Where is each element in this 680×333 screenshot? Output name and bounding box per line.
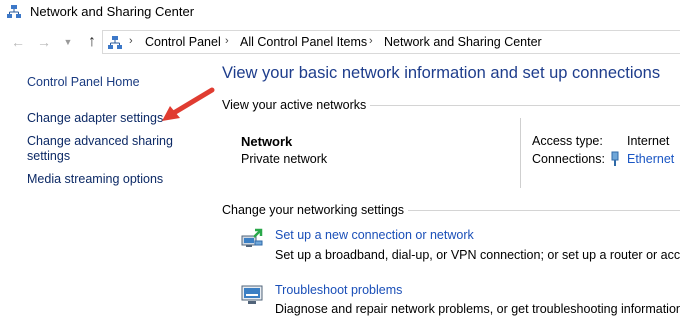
breadcrumb-all-items[interactable]: All Control Panel Items	[240, 35, 367, 49]
sharing-link-line1: Change advanced sharing	[27, 134, 173, 148]
change-advanced-sharing-link[interactable]: Change advanced sharing settings	[27, 134, 173, 164]
divider	[400, 210, 680, 211]
network-icon	[7, 5, 21, 18]
divider	[361, 105, 680, 106]
network-icon	[108, 36, 122, 49]
page-title: View your basic network information and …	[222, 64, 661, 82]
active-networks-header: View your active networks	[222, 98, 371, 112]
access-type-label: Access type:	[532, 134, 603, 148]
ethernet-connection-link[interactable]: Ethernet	[627, 152, 674, 166]
breadcrumb-separator[interactable]: ›	[369, 35, 373, 47]
title-bar: Network and Sharing Center	[0, 0, 680, 26]
address-bar[interactable]: › Control Panel › All Control Panel Item…	[102, 30, 680, 54]
setup-connection-link[interactable]: Set up a new connection or network	[275, 228, 474, 242]
troubleshoot-description: Diagnose and repair network problems, or…	[275, 302, 680, 316]
annotation-arrow-icon	[162, 87, 215, 121]
up-arrow-icon[interactable]: ↑	[84, 33, 100, 51]
navigation-bar: ← → ▼ ↑ › Control Panel › All Control Pa…	[0, 30, 680, 56]
setup-connection-description: Set up a broadband, dial-up, or VPN conn…	[275, 248, 680, 262]
forward-arrow-icon[interactable]: →	[36, 33, 52, 51]
connections-label: Connections:	[532, 152, 605, 166]
back-arrow-icon[interactable]: ←	[10, 33, 26, 51]
breadcrumb-network-sharing[interactable]: Network and Sharing Center	[384, 35, 542, 49]
breadcrumb-separator[interactable]: ›	[129, 35, 133, 47]
media-streaming-options-link[interactable]: Media streaming options	[27, 172, 163, 187]
change-settings-header: Change your networking settings	[222, 203, 409, 217]
chevron-down-icon[interactable]: ▼	[60, 33, 76, 51]
breadcrumb-control-panel[interactable]: Control Panel	[145, 35, 221, 49]
sharing-link-line2: settings	[27, 149, 71, 163]
network-sharing-center-window: Network and Sharing Center ← → ▼ ↑ › Con…	[0, 0, 680, 333]
control-panel-home-link[interactable]: Control Panel Home	[27, 75, 140, 90]
troubleshoot-problems-link[interactable]: Troubleshoot problems	[275, 283, 402, 297]
window-title: Network and Sharing Center	[30, 4, 195, 19]
access-type-value: Internet	[627, 134, 670, 148]
new-connection-icon	[241, 228, 263, 247]
vertical-divider	[520, 118, 521, 188]
change-adapter-settings-link[interactable]: Change adapter settings	[27, 111, 163, 126]
network-name: Network	[241, 134, 293, 149]
network-type: Private network	[241, 152, 328, 166]
ethernet-icon	[611, 151, 619, 166]
breadcrumb-separator[interactable]: ›	[225, 35, 229, 47]
troubleshoot-icon	[241, 285, 263, 304]
